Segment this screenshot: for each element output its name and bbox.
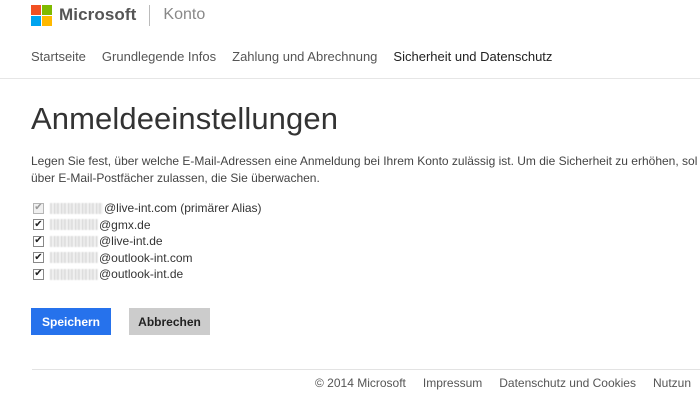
brand-name[interactable]: Microsoft: [59, 5, 136, 25]
redacted-name: [50, 252, 98, 264]
nav-item-startseite[interactable]: Startseite: [31, 49, 86, 64]
footer: © 2014 Microsoft Impressum Datenschutz u…: [315, 376, 700, 390]
main-nav: Startseite Grundlegende Infos Zahlung un…: [31, 49, 568, 64]
save-button[interactable]: Speichern: [31, 308, 111, 335]
footer-link-impressum[interactable]: Impressum: [423, 376, 482, 390]
footer-copyright: © 2014 Microsoft: [315, 376, 406, 390]
logo-blue-square: [31, 15, 41, 26]
logo-green-square: [42, 4, 52, 15]
redacted-name: [50, 235, 98, 247]
alias-address: @outlook-int.com: [99, 250, 193, 265]
alias-checkbox[interactable]: ✔: [33, 235, 44, 247]
alias-address: @live-int.de: [99, 234, 163, 249]
microsoft-logo-icon[interactable]: [31, 4, 52, 26]
nav-item-sicherheit[interactable]: Sicherheit und Datenschutz: [393, 49, 552, 64]
redacted-name: [50, 202, 103, 214]
alias-item-primary: ✔ @live-int.com (primärer Alias): [33, 200, 262, 217]
alias-checkbox-primary[interactable]: ✔: [33, 202, 44, 214]
alias-checkbox[interactable]: ✔: [33, 219, 44, 231]
page-description: Legen Sie fest, über welche E-Mail-Adres…: [31, 153, 700, 187]
description-line-2: über E-Mail-Postfächer zulassen, die Sie…: [31, 171, 320, 185]
alias-address: @live-int.com (primärer Alias): [104, 201, 262, 216]
alias-item: ✔ @gmx.de: [33, 217, 262, 234]
product-name[interactable]: Konto: [163, 6, 205, 24]
header-divider: [149, 4, 151, 26]
cancel-button[interactable]: Abbrechen: [129, 308, 210, 335]
nav-item-zahlung[interactable]: Zahlung und Abrechnung: [232, 49, 377, 64]
alias-checkbox[interactable]: ✔: [33, 252, 44, 264]
redacted-name: [50, 219, 98, 231]
alias-checkbox[interactable]: ✔: [33, 268, 44, 280]
page: Microsoft Konto Startseite Grundlegende …: [0, 0, 700, 400]
redacted-name: [50, 268, 98, 280]
footer-link-datenschutz[interactable]: Datenschutz und Cookies: [499, 376, 636, 390]
alias-list: ✔ @live-int.com (primärer Alias) ✔ @gmx.…: [33, 200, 262, 283]
alias-item: ✔ @outlook-int.com: [33, 250, 262, 267]
nav-divider: [0, 78, 700, 79]
logo-yellow-square: [42, 15, 52, 26]
description-line-1: Legen Sie fest, über welche E-Mail-Adres…: [31, 154, 698, 168]
footer-divider: [32, 369, 700, 370]
footer-link-nutzung[interactable]: Nutzun: [653, 376, 691, 390]
alias-address: @outlook-int.de: [99, 267, 184, 282]
page-title: Anmeldeeinstellungen: [31, 101, 339, 136]
nav-item-grundlegende-infos[interactable]: Grundlegende Infos: [102, 49, 216, 64]
alias-item: ✔ @live-int.de: [33, 233, 262, 250]
header: Microsoft Konto: [31, 3, 205, 27]
alias-address: @gmx.de: [99, 217, 151, 232]
alias-item: ✔ @outlook-int.de: [33, 266, 262, 283]
logo-red-square: [31, 4, 41, 15]
